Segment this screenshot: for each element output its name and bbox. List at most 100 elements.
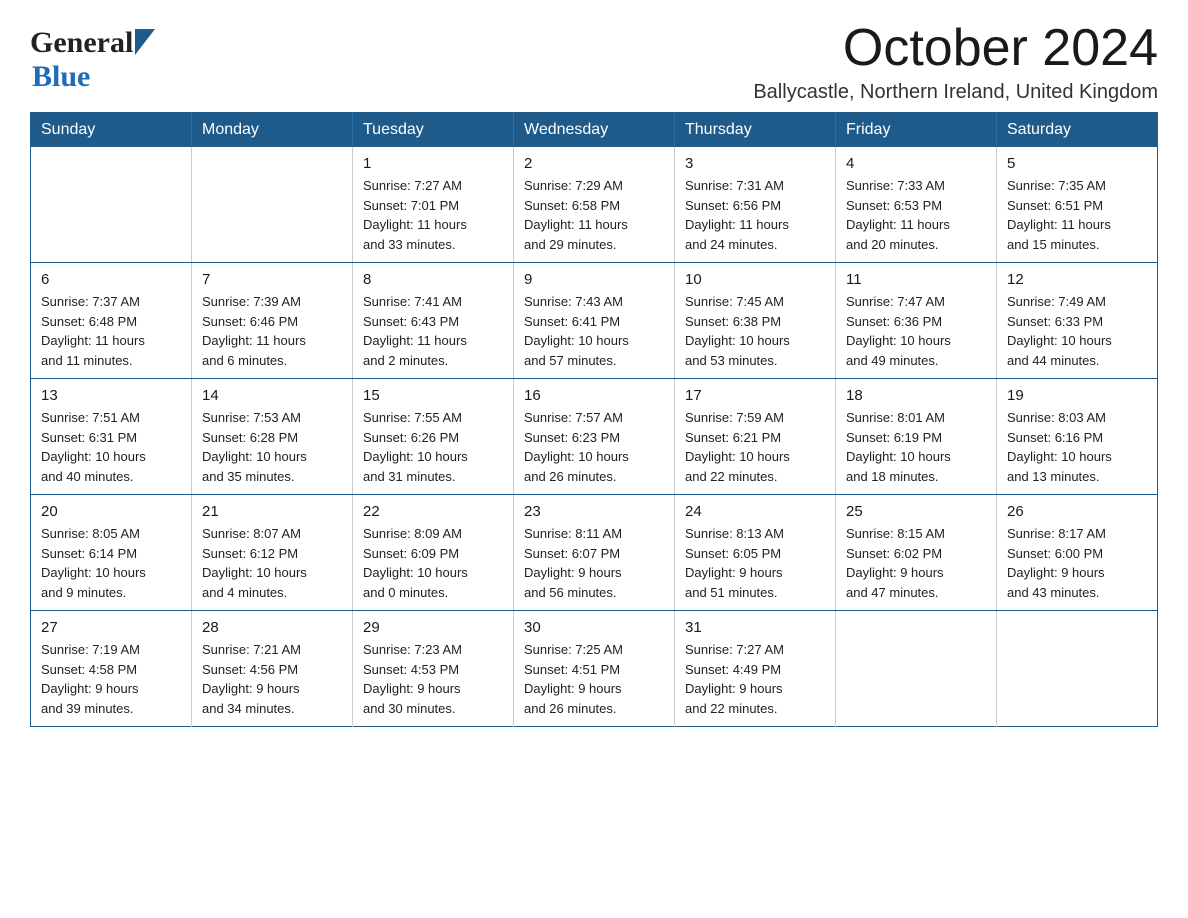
calendar-cell: 6 Sunrise: 7:37 AM Sunset: 6:48 PM Daylig… xyxy=(31,263,192,379)
day-info: Sunrise: 7:19 AM Sunset: 4:58 PM Dayligh… xyxy=(41,640,181,718)
day-number: 23 xyxy=(524,503,664,520)
calendar-cell: 16 Sunrise: 7:57 AM Sunset: 6:23 PM Dayli… xyxy=(514,379,675,495)
calendar-cell: 5 Sunrise: 7:35 AM Sunset: 6:51 PM Daylig… xyxy=(997,147,1158,263)
day-number: 8 xyxy=(363,271,503,288)
day-info: Sunrise: 7:41 AM Sunset: 6:43 PM Dayligh… xyxy=(363,292,503,370)
day-info: Sunrise: 8:07 AM Sunset: 6:12 PM Dayligh… xyxy=(202,524,342,602)
weekday-header-sunday: Sunday xyxy=(31,113,192,148)
calendar-cell: 15Sunrise: 7:55 AM Sunset: 6:26 PM Dayli… xyxy=(353,379,514,495)
day-info: Sunrise: 7:35 AM Sunset: 6:51 PM Dayligh… xyxy=(1007,176,1147,254)
day-info: Sunrise: 7:37 AM Sunset: 6:48 PM Dayligh… xyxy=(41,292,181,370)
weekday-header-tuesday: Tuesday xyxy=(353,113,514,148)
day-number: 26 xyxy=(1007,503,1147,520)
calendar-cell: 26 Sunrise: 8:17 AM Sunset: 6:00 PM Dayli… xyxy=(997,495,1158,611)
calendar-cell: 31Sunrise: 7:27 AM Sunset: 4:49 PM Dayli… xyxy=(675,611,836,727)
calendar-cell xyxy=(192,147,353,263)
location-title: Ballycastle, Northern Ireland, United Ki… xyxy=(753,81,1158,104)
calendar-cell: 3 Sunrise: 7:31 AM Sunset: 6:56 PM Daylig… xyxy=(675,147,836,263)
day-number: 16 xyxy=(524,387,664,404)
weekday-header-friday: Friday xyxy=(836,113,997,148)
calendar-week-row: 13Sunrise: 7:51 AM Sunset: 6:31 PM Dayli… xyxy=(31,379,1158,495)
calendar-cell xyxy=(997,611,1158,727)
calendar-cell: 18 Sunrise: 8:01 AM Sunset: 6:19 PM Dayli… xyxy=(836,379,997,495)
calendar-week-row: 20 Sunrise: 8:05 AM Sunset: 6:14 PM Dayli… xyxy=(31,495,1158,611)
weekday-header-monday: Monday xyxy=(192,113,353,148)
calendar-table: SundayMondayTuesdayWednesdayThursdayFrid… xyxy=(30,112,1158,727)
day-info: Sunrise: 8:09 AM Sunset: 6:09 PM Dayligh… xyxy=(363,524,503,602)
day-info: Sunrise: 7:55 AM Sunset: 6:26 PM Dayligh… xyxy=(363,408,503,486)
logo-triangle-icon xyxy=(135,29,155,55)
calendar-cell: 14 Sunrise: 7:53 AM Sunset: 6:28 PM Dayli… xyxy=(192,379,353,495)
calendar-cell: 21 Sunrise: 8:07 AM Sunset: 6:12 PM Dayli… xyxy=(192,495,353,611)
day-number: 27 xyxy=(41,619,181,636)
calendar-cell: 17Sunrise: 7:59 AM Sunset: 6:21 PM Dayli… xyxy=(675,379,836,495)
calendar-cell: 1Sunrise: 7:27 AM Sunset: 7:01 PM Daylig… xyxy=(353,147,514,263)
weekday-header-row: SundayMondayTuesdayWednesdayThursdayFrid… xyxy=(31,113,1158,148)
day-number: 5 xyxy=(1007,155,1147,172)
page-header: General Blue October 2024 Ballycastle, N… xyxy=(30,20,1158,104)
day-number: 10 xyxy=(685,271,825,288)
day-number: 6 xyxy=(41,271,181,288)
day-number: 18 xyxy=(846,387,986,404)
calendar-week-row: 27 Sunrise: 7:19 AM Sunset: 4:58 PM Dayli… xyxy=(31,611,1158,727)
day-number: 2 xyxy=(524,155,664,172)
day-number: 4 xyxy=(846,155,986,172)
calendar-cell: 25 Sunrise: 8:15 AM Sunset: 6:02 PM Dayli… xyxy=(836,495,997,611)
day-info: Sunrise: 7:33 AM Sunset: 6:53 PM Dayligh… xyxy=(846,176,986,254)
day-number: 19 xyxy=(1007,387,1147,404)
day-info: Sunrise: 7:47 AM Sunset: 6:36 PM Dayligh… xyxy=(846,292,986,370)
calendar-cell xyxy=(836,611,997,727)
day-info: Sunrise: 8:13 AM Sunset: 6:05 PM Dayligh… xyxy=(685,524,825,602)
day-number: 24 xyxy=(685,503,825,520)
day-number: 12 xyxy=(1007,271,1147,288)
weekday-header-wednesday: Wednesday xyxy=(514,113,675,148)
logo-blue-text: Blue xyxy=(32,60,90,93)
day-info: Sunrise: 8:05 AM Sunset: 6:14 PM Dayligh… xyxy=(41,524,181,602)
day-number: 14 xyxy=(202,387,342,404)
calendar-cell: 8 Sunrise: 7:41 AM Sunset: 6:43 PM Daylig… xyxy=(353,263,514,379)
day-number: 3 xyxy=(685,155,825,172)
day-info: Sunrise: 7:39 AM Sunset: 6:46 PM Dayligh… xyxy=(202,292,342,370)
day-info: Sunrise: 8:15 AM Sunset: 6:02 PM Dayligh… xyxy=(846,524,986,602)
day-info: Sunrise: 7:43 AM Sunset: 6:41 PM Dayligh… xyxy=(524,292,664,370)
day-number: 17 xyxy=(685,387,825,404)
day-info: Sunrise: 7:51 AM Sunset: 6:31 PM Dayligh… xyxy=(41,408,181,486)
calendar-cell: 30Sunrise: 7:25 AM Sunset: 4:51 PM Dayli… xyxy=(514,611,675,727)
calendar-cell: 24 Sunrise: 8:13 AM Sunset: 6:05 PM Dayli… xyxy=(675,495,836,611)
calendar-cell: 20 Sunrise: 8:05 AM Sunset: 6:14 PM Dayli… xyxy=(31,495,192,611)
day-info: Sunrise: 8:01 AM Sunset: 6:19 PM Dayligh… xyxy=(846,408,986,486)
day-info: Sunrise: 7:57 AM Sunset: 6:23 PM Dayligh… xyxy=(524,408,664,486)
calendar-cell: 19Sunrise: 8:03 AM Sunset: 6:16 PM Dayli… xyxy=(997,379,1158,495)
calendar-cell: 12 Sunrise: 7:49 AM Sunset: 6:33 PM Dayli… xyxy=(997,263,1158,379)
calendar-cell: 28Sunrise: 7:21 AM Sunset: 4:56 PM Dayli… xyxy=(192,611,353,727)
weekday-header-thursday: Thursday xyxy=(675,113,836,148)
day-number: 20 xyxy=(41,503,181,520)
calendar-week-row: 6 Sunrise: 7:37 AM Sunset: 6:48 PM Daylig… xyxy=(31,263,1158,379)
day-number: 29 xyxy=(363,619,503,636)
day-info: Sunrise: 7:53 AM Sunset: 6:28 PM Dayligh… xyxy=(202,408,342,486)
day-number: 31 xyxy=(685,619,825,636)
calendar-cell: 10Sunrise: 7:45 AM Sunset: 6:38 PM Dayli… xyxy=(675,263,836,379)
day-number: 22 xyxy=(363,503,503,520)
day-info: Sunrise: 7:49 AM Sunset: 6:33 PM Dayligh… xyxy=(1007,292,1147,370)
day-info: Sunrise: 7:21 AM Sunset: 4:56 PM Dayligh… xyxy=(202,640,342,718)
month-title: October 2024 xyxy=(753,20,1158,77)
day-number: 9 xyxy=(524,271,664,288)
day-info: Sunrise: 7:29 AM Sunset: 6:58 PM Dayligh… xyxy=(524,176,664,254)
day-info: Sunrise: 8:11 AM Sunset: 6:07 PM Dayligh… xyxy=(524,524,664,602)
weekday-header-saturday: Saturday xyxy=(997,113,1158,148)
calendar-cell: 23 Sunrise: 8:11 AM Sunset: 6:07 PM Dayli… xyxy=(514,495,675,611)
day-info: Sunrise: 7:23 AM Sunset: 4:53 PM Dayligh… xyxy=(363,640,503,718)
day-number: 25 xyxy=(846,503,986,520)
logo-general-text: General xyxy=(30,26,133,60)
day-info: Sunrise: 7:31 AM Sunset: 6:56 PM Dayligh… xyxy=(685,176,825,254)
calendar-cell: 7 Sunrise: 7:39 AM Sunset: 6:46 PM Daylig… xyxy=(192,263,353,379)
calendar-cell: 27 Sunrise: 7:19 AM Sunset: 4:58 PM Dayli… xyxy=(31,611,192,727)
day-info: Sunrise: 8:17 AM Sunset: 6:00 PM Dayligh… xyxy=(1007,524,1147,602)
logo: General Blue xyxy=(30,20,155,94)
title-section: October 2024 Ballycastle, Northern Irela… xyxy=(753,20,1158,104)
day-number: 7 xyxy=(202,271,342,288)
day-number: 11 xyxy=(846,271,986,288)
day-number: 21 xyxy=(202,503,342,520)
calendar-cell: 11 Sunrise: 7:47 AM Sunset: 6:36 PM Dayli… xyxy=(836,263,997,379)
